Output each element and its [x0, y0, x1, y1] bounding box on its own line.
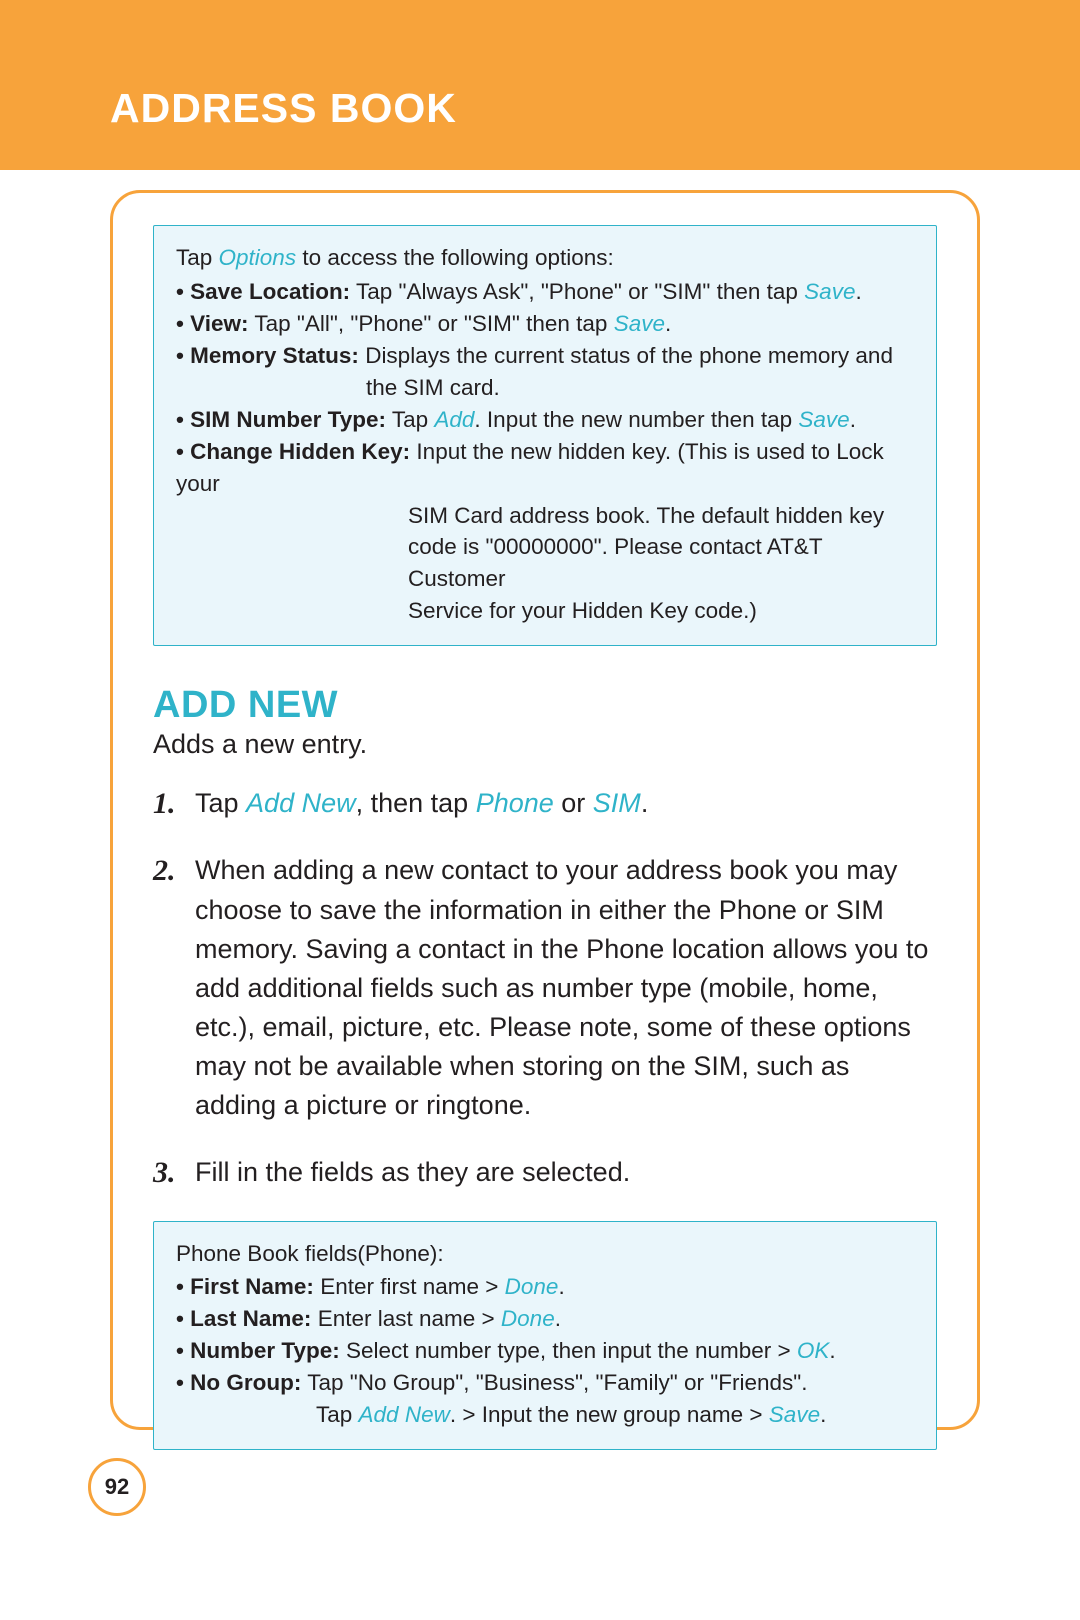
- options-box: Tap Options to access the following opti…: [153, 225, 937, 646]
- item-label: SIM Number Type:: [190, 407, 386, 432]
- list-item: Memory Status: Displays the current stat…: [176, 340, 914, 404]
- item-label: Change Hidden Key:: [190, 439, 410, 464]
- text-cont: the SIM card.: [176, 372, 914, 404]
- text: .: [855, 279, 861, 304]
- content-frame: Tap Options to access the following opti…: [110, 190, 980, 1430]
- list-item: Save Location: Tap "Always Ask", "Phone"…: [176, 276, 914, 308]
- text: Select number type, then input the numbe…: [340, 1338, 797, 1363]
- fields-lead: Phone Book fields(Phone):: [176, 1238, 914, 1270]
- text: Tap: [386, 407, 434, 432]
- text: to access the following options:: [296, 245, 614, 270]
- list-item: SIM Number Type: Tap Add. Input the new …: [176, 404, 914, 436]
- ok-link: OK: [797, 1338, 830, 1363]
- add-link: Add: [434, 407, 474, 432]
- done-link: Done: [501, 1306, 555, 1331]
- options-list: Save Location: Tap "Always Ask", "Phone"…: [176, 276, 914, 627]
- page-title: ADDRESS BOOK: [110, 85, 457, 132]
- page-header: ADDRESS BOOK: [0, 0, 1080, 170]
- text-cont: SIM Card address book. The default hidde…: [176, 500, 914, 532]
- text: Displays the current status of the phone…: [359, 343, 893, 368]
- item-label: Number Type:: [190, 1338, 340, 1363]
- text: Enter first name >: [314, 1274, 505, 1299]
- step-3: Fill in the fields as they are selected.: [153, 1153, 937, 1192]
- list-item: First Name: Enter first name > Done.: [176, 1271, 914, 1303]
- page-number: 92: [88, 1458, 146, 1516]
- text: . Input the new number then tap: [474, 407, 798, 432]
- text: .: [558, 1274, 564, 1299]
- add-new-link: Add New: [359, 1402, 450, 1427]
- item-label: Save Location:: [190, 279, 350, 304]
- add-new-link: Add New: [246, 788, 356, 818]
- text: Enter last name >: [311, 1306, 500, 1331]
- text: .: [555, 1306, 561, 1331]
- section-sub: Adds a new entry.: [153, 729, 937, 760]
- step-2: When adding a new contact to your addres…: [153, 851, 937, 1125]
- step-1: Tap Add New, then tap Phone or SIM.: [153, 784, 937, 823]
- text: .: [641, 788, 649, 818]
- text: . > Input the new group name >: [450, 1402, 769, 1427]
- item-label: Memory Status:: [190, 343, 359, 368]
- save-link: Save: [614, 311, 665, 336]
- options-lead: Tap Options to access the following opti…: [176, 242, 914, 274]
- list-item: Last Name: Enter last name > Done.: [176, 1303, 914, 1335]
- phone-link: Phone: [476, 788, 554, 818]
- text: .: [850, 407, 856, 432]
- text: Tap "No Group", "Business", "Family" or …: [301, 1370, 807, 1395]
- options-link: Options: [219, 245, 297, 270]
- text-cont: code is "00000000". Please contact AT&T …: [176, 531, 914, 595]
- section-heading: ADD NEW: [153, 684, 937, 727]
- text: Tap "All", "Phone" or "SIM" then tap: [249, 311, 614, 336]
- sim-link: SIM: [593, 788, 641, 818]
- text: .: [829, 1338, 835, 1363]
- item-label: No Group:: [190, 1370, 301, 1395]
- list-item: Change Hidden Key: Input the new hidden …: [176, 436, 914, 628]
- save-link: Save: [798, 407, 849, 432]
- text-cont: Service for your Hidden Key code.): [176, 595, 914, 627]
- text: , then tap: [356, 788, 476, 818]
- text: or: [554, 788, 593, 818]
- text: Tap "Always Ask", "Phone" or "SIM" then …: [350, 279, 804, 304]
- text: Tap: [176, 245, 219, 270]
- page-number-text: 92: [105, 1474, 129, 1500]
- text: .: [820, 1402, 826, 1427]
- item-label: First Name:: [190, 1274, 314, 1299]
- fields-list: First Name: Enter first name > Done. Las…: [176, 1271, 914, 1431]
- list-item: View: Tap "All", "Phone" or "SIM" then t…: [176, 308, 914, 340]
- steps-list: Tap Add New, then tap Phone or SIM. When…: [153, 784, 937, 1192]
- spacer: [0, 170, 1080, 190]
- item-label: View:: [190, 311, 248, 336]
- text: Tap: [316, 1402, 359, 1427]
- save-link: Save: [804, 279, 855, 304]
- text: .: [665, 311, 671, 336]
- fields-box: Phone Book fields(Phone): First Name: En…: [153, 1221, 937, 1451]
- text: Tap: [195, 788, 246, 818]
- done-link: Done: [505, 1274, 559, 1299]
- save-link: Save: [769, 1402, 820, 1427]
- list-item: No Group: Tap "No Group", "Business", "F…: [176, 1367, 914, 1431]
- item-label: Last Name:: [190, 1306, 311, 1331]
- text-cont: Tap Add New. > Input the new group name …: [176, 1399, 914, 1431]
- list-item: Number Type: Select number type, then in…: [176, 1335, 914, 1367]
